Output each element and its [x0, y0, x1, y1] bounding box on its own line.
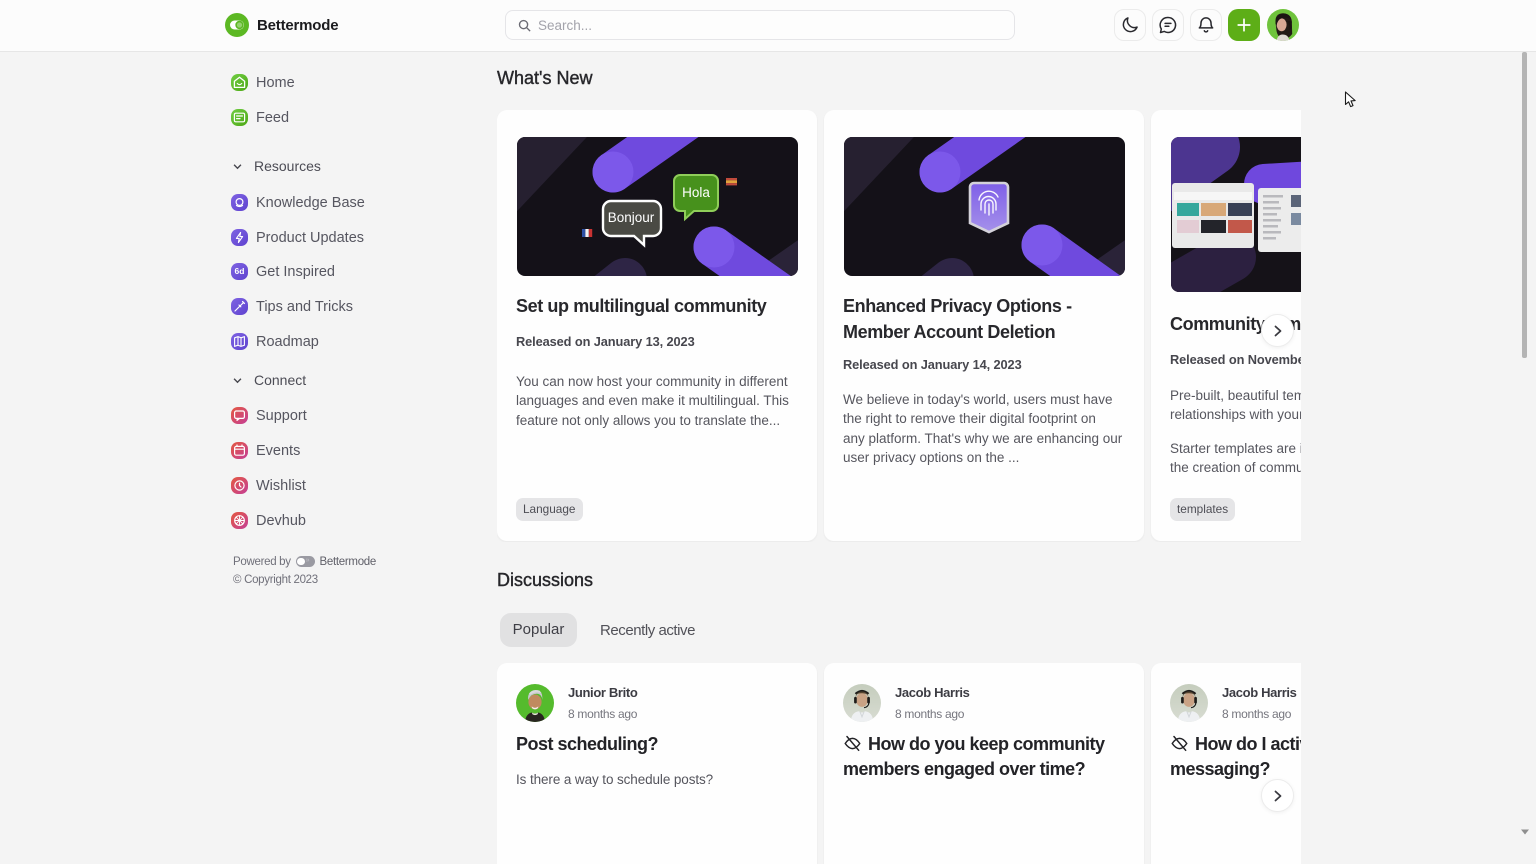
svg-text:Hola: Hola [682, 185, 710, 200]
svg-text:Bonjour: Bonjour [608, 210, 655, 225]
